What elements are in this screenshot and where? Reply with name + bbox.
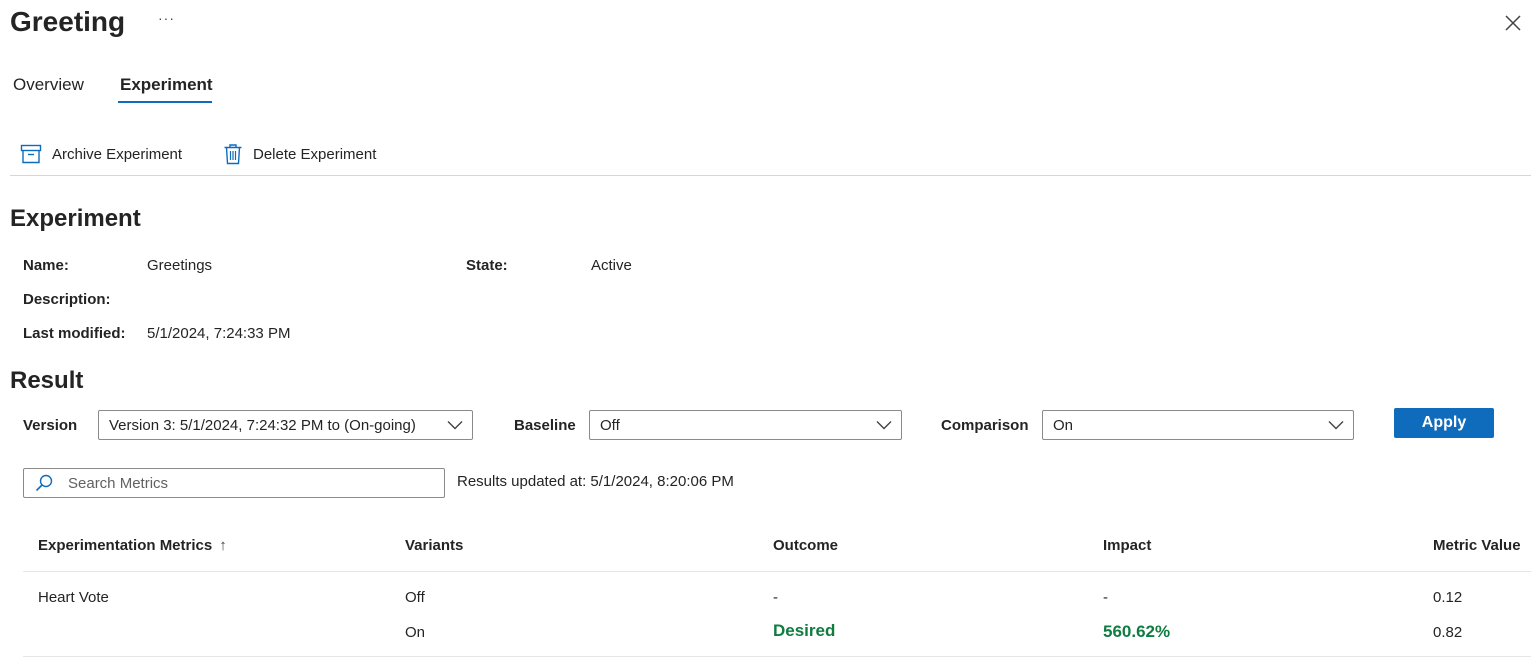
- search-input[interactable]: [68, 474, 408, 492]
- baseline-label: Baseline: [514, 417, 576, 434]
- outcome-cell-desired: Desired: [773, 621, 836, 640]
- state-value: Active: [591, 257, 632, 274]
- delete-experiment-label: Delete Experiment: [253, 145, 377, 163]
- metric-name-cell[interactable]: Heart Vote: [38, 588, 109, 608]
- baseline-selected-value: Off: [600, 416, 620, 434]
- version-label: Version: [23, 417, 78, 434]
- result-heading: Result: [10, 367, 84, 394]
- experiment-heading: Experiment: [10, 205, 141, 232]
- apply-button[interactable]: Apply: [1394, 408, 1494, 438]
- variant-cell: Off: [405, 589, 425, 606]
- column-header-impact[interactable]: Impact: [1103, 536, 1151, 556]
- last-modified-label: Last modified:: [23, 325, 126, 342]
- more-options-icon[interactable]: ···: [158, 10, 175, 26]
- delete-experiment-button[interactable]: Delete Experiment: [223, 142, 376, 166]
- delete-icon: [224, 144, 242, 165]
- page-title: Greeting: [10, 6, 126, 37]
- chevron-down-icon: [867, 420, 901, 430]
- metric-value-cell: 0.82: [1433, 624, 1463, 641]
- column-header-metric-value[interactable]: Metric Value: [1433, 536, 1521, 556]
- column-header-experimentation-metrics[interactable]: Experimentation Metrics ↑: [38, 536, 227, 556]
- command-bar-divider: [10, 175, 1531, 176]
- variant-cell: On: [405, 624, 426, 641]
- column-header-label: Experimentation Metrics: [38, 537, 213, 554]
- tab-overview[interactable]: Overview: [13, 74, 84, 96]
- impact-cell-positive: 560.62%: [1103, 622, 1171, 641]
- version-selected-value: Version 3: 5/1/2024, 7:24:32 PM to (On-g…: [109, 416, 416, 434]
- last-modified-value: 5/1/2024, 7:24:33 PM: [147, 325, 291, 342]
- metric-value-cell: 0.12: [1433, 589, 1463, 606]
- archive-icon: [20, 144, 42, 164]
- outcome-cell: -: [773, 589, 778, 606]
- tab-selected-indicator: [118, 101, 212, 103]
- description-label: Description:: [23, 291, 111, 308]
- state-label: State:: [466, 257, 508, 274]
- impact-cell: -: [1103, 589, 1108, 606]
- comparison-selected-value: On: [1053, 416, 1074, 434]
- results-updated-text: Results updated at: 5/1/2024, 8:20:06 PM: [457, 473, 734, 490]
- comparison-dropdown[interactable]: On: [1042, 410, 1354, 440]
- tab-experiment[interactable]: Experiment: [120, 74, 213, 96]
- name-label: Name:: [23, 257, 69, 274]
- sort-up-icon: ↑: [219, 537, 227, 554]
- close-icon[interactable]: [1502, 12, 1524, 34]
- comparison-label: Comparison: [941, 417, 1029, 434]
- version-dropdown[interactable]: Version 3: 5/1/2024, 7:24:32 PM to (On-g…: [98, 410, 473, 440]
- baseline-dropdown[interactable]: Off: [589, 410, 902, 440]
- table-header-divider: [23, 571, 1531, 572]
- search-box[interactable]: [23, 468, 445, 498]
- archive-experiment-button[interactable]: Archive Experiment: [20, 142, 182, 166]
- archive-experiment-label: Archive Experiment: [52, 145, 183, 163]
- column-header-variants[interactable]: Variants: [405, 536, 463, 556]
- table-row-divider: [23, 656, 1531, 657]
- name-value: Greetings: [147, 257, 213, 274]
- search-icon: [35, 474, 53, 492]
- column-header-outcome[interactable]: Outcome: [773, 536, 838, 556]
- chevron-down-icon: [438, 420, 472, 430]
- chevron-down-icon: [1319, 420, 1353, 430]
